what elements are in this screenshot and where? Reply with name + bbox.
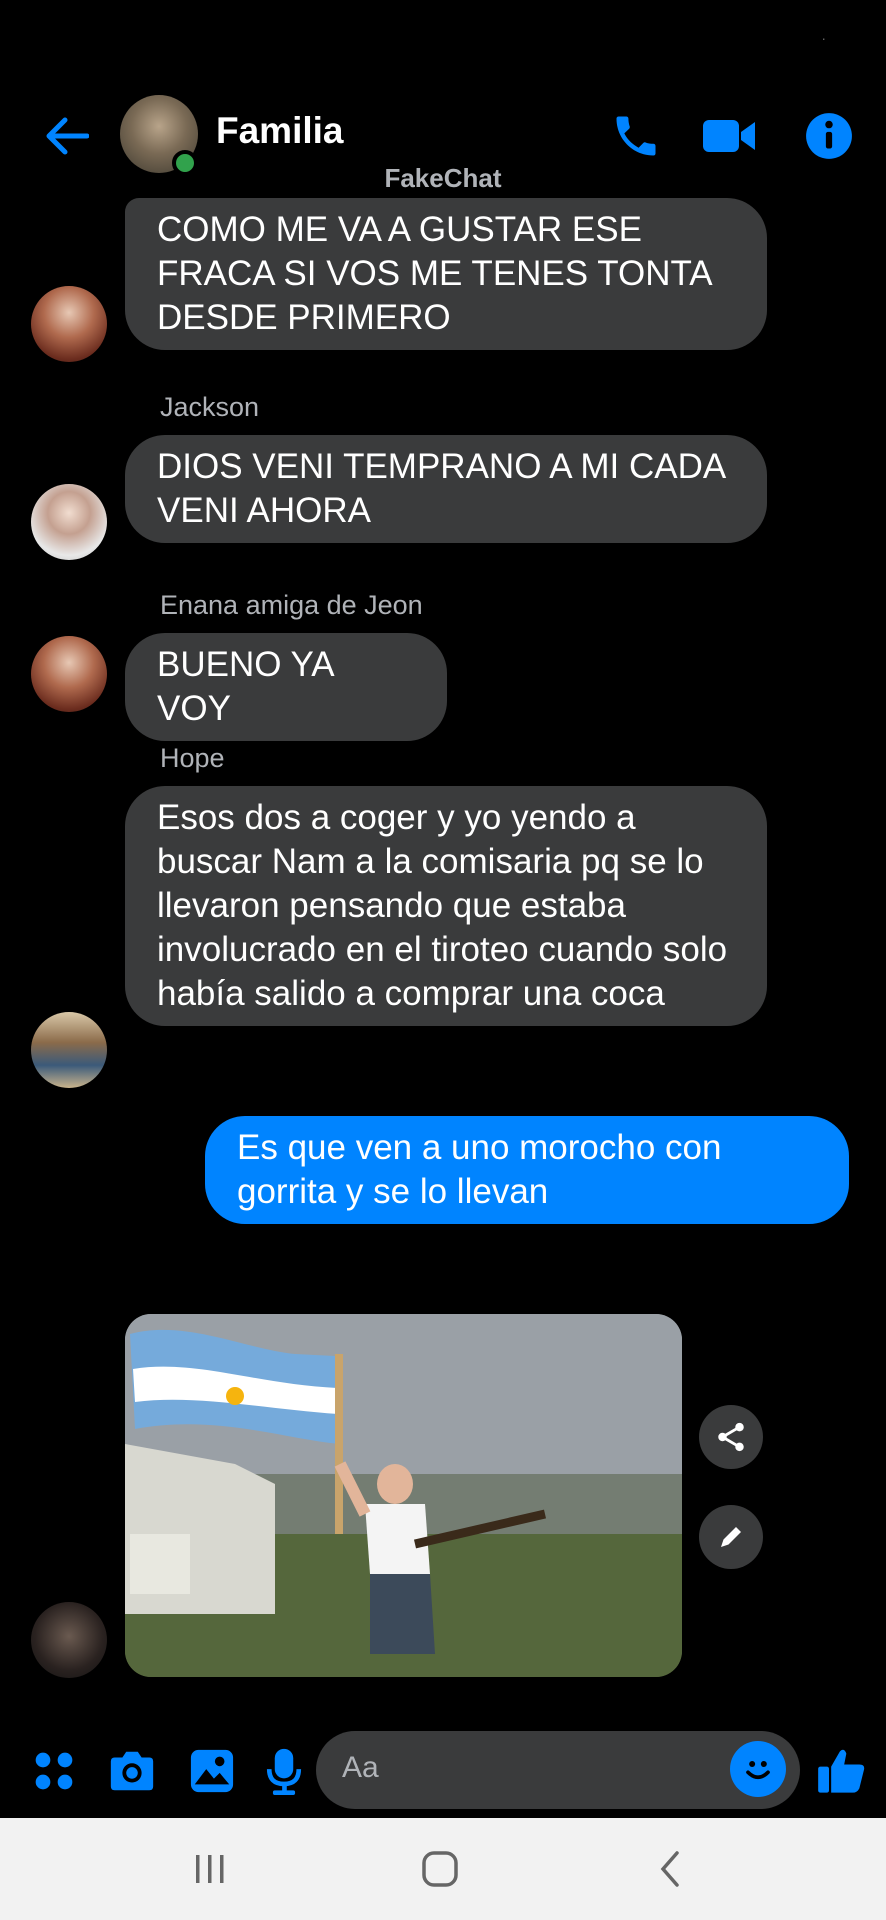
share-button[interactable] [699, 1405, 763, 1469]
meme-image [125, 1314, 682, 1677]
edit-icon [721, 1527, 741, 1547]
back-arrow-icon [46, 117, 89, 155]
gallery-button[interactable] [184, 1743, 240, 1799]
status-indicator: · [821, 30, 826, 46]
phone-icon [616, 116, 656, 156]
home-icon [422, 1851, 458, 1887]
status-bar: · [0, 0, 886, 70]
camera-icon [110, 1751, 154, 1791]
like-button[interactable] [814, 1743, 870, 1799]
image-message[interactable] [125, 1314, 682, 1677]
microphone-icon [266, 1748, 302, 1795]
share-icon [718, 1422, 744, 1452]
thumbs-up-icon [818, 1749, 865, 1793]
emoji-icon [746, 1761, 770, 1780]
more-actions-button[interactable] [26, 1743, 82, 1799]
sender-avatar[interactable] [31, 1012, 107, 1088]
message-input-placeholder: Aa [342, 1751, 379, 1784]
my-message-bubble[interactable]: Es que ven a uno morocho con gorrita y s… [205, 1116, 849, 1224]
sender-name: Enana amiga de Jeon [160, 590, 423, 620]
menu-dots-icon [35, 1752, 73, 1790]
info-button[interactable] [798, 105, 860, 167]
sender-avatar[interactable] [31, 636, 107, 712]
voice-call-button[interactable] [605, 105, 667, 167]
recent-apps-icon [196, 1855, 224, 1883]
gallery-icon [190, 1749, 234, 1793]
sender-name: Jackson [160, 392, 260, 422]
info-icon [806, 113, 852, 159]
message-bubble[interactable]: Esos dos a coger y yo yendo a buscar Nam… [125, 786, 767, 1026]
sender-avatar[interactable] [31, 484, 107, 560]
emoji-button[interactable] [730, 1741, 786, 1797]
chevron-left-icon [660, 1851, 679, 1887]
system-navigation-bar [0, 1818, 886, 1920]
sender-avatar[interactable] [31, 286, 107, 362]
message-bubble[interactable]: BUENO YA VOY [125, 633, 447, 741]
back-button[interactable] [38, 108, 94, 164]
system-back-button[interactable] [640, 1844, 700, 1894]
edit-button[interactable] [699, 1505, 763, 1569]
message-composer: Aa [0, 1725, 886, 1817]
message-input[interactable]: Aa [316, 1731, 800, 1809]
chat-title[interactable]: Familia [216, 110, 344, 152]
recent-apps-button[interactable] [180, 1844, 240, 1894]
message-bubble[interactable]: DIOS VENI TEMPRANO A MI CADA VENI AHORA [125, 435, 767, 543]
sender-name: Hope [160, 743, 225, 773]
video-camera-icon [703, 120, 755, 152]
video-call-button[interactable] [698, 105, 760, 167]
voice-message-button[interactable] [256, 1743, 312, 1799]
message-bubble[interactable]: COMO ME VA A GUSTAR ESE FRACA SI VOS ME … [125, 198, 767, 350]
sender-avatar[interactable] [31, 1602, 107, 1678]
home-button[interactable] [410, 1844, 470, 1894]
camera-button[interactable] [104, 1743, 160, 1799]
watermark: FakeChat [384, 163, 502, 193]
